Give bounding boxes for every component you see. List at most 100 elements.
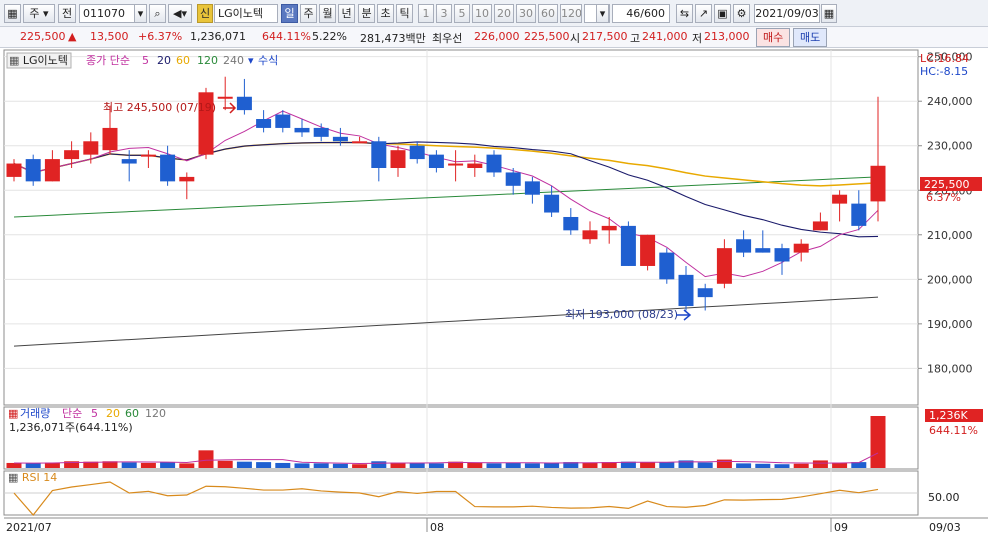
volume-bar	[716, 459, 732, 468]
period-20-button[interactable]: 20	[494, 4, 514, 23]
volume-bar	[486, 463, 502, 468]
volume-bar	[6, 462, 22, 468]
volume-ma120-legend[interactable]: 120	[145, 407, 166, 420]
high-price: 241,000	[642, 30, 688, 43]
interval-year-tab[interactable]: 년	[338, 4, 355, 23]
price-tick-label: 190,000	[927, 318, 973, 331]
calendar-icon[interactable]: ▦	[821, 4, 837, 23]
stock-code-input[interactable]: 011070	[79, 4, 135, 23]
ma5-legend[interactable]: 5	[142, 54, 149, 67]
settings-icon[interactable]: ⚙	[733, 4, 750, 23]
volume-ma20-legend[interactable]: 20	[106, 407, 120, 420]
candle-body	[755, 248, 771, 253]
candle-body	[582, 230, 598, 240]
low-price: 213,000	[704, 30, 750, 43]
current-price: 225,500	[20, 30, 66, 43]
code-dropdown-icon[interactable]: ▾	[134, 4, 147, 23]
formula-legend[interactable]: 수식	[258, 54, 278, 67]
low-annotation: 최저 193,000 (08/23)	[565, 308, 678, 321]
date-label-aug: 08	[430, 521, 444, 534]
candle-body	[390, 150, 406, 168]
candle-body	[716, 248, 732, 284]
volume-bar	[236, 461, 252, 468]
chart-area[interactable]: 180,000190,000200,000210,000220,000230,0…	[0, 48, 988, 539]
candle-body	[467, 163, 483, 168]
candle-body	[102, 127, 118, 151]
formula-legend-icon[interactable]: ▾	[248, 54, 254, 67]
volume-bar	[25, 463, 41, 468]
period-1-button[interactable]: 1	[418, 4, 434, 23]
period-dropdown-icon[interactable]: ▾	[596, 4, 609, 23]
ma-legend-label[interactable]: 종가 단순	[86, 54, 130, 67]
volume-value: 1,236,071	[190, 30, 246, 43]
save-icon[interactable]: ▣	[714, 4, 731, 23]
interval-tick-tab[interactable]: 틱	[396, 4, 413, 23]
interval-month-tab[interactable]: 월	[319, 4, 336, 23]
volume-ma-label[interactable]: 단순	[62, 407, 82, 420]
candle-body	[640, 234, 656, 266]
ma60-legend[interactable]: 60	[176, 54, 190, 67]
volume-bar	[294, 463, 310, 468]
interval-week-tab[interactable]: 주	[300, 4, 317, 23]
period-5-button[interactable]: 5	[454, 4, 470, 23]
price-legend-stock[interactable]: ▦ LG이노텍	[9, 54, 68, 67]
volume-bar	[755, 463, 771, 468]
period-120-button[interactable]: 120	[560, 4, 582, 23]
interval-day-tab[interactable]: 일	[281, 4, 298, 23]
ma20-legend[interactable]: 20	[157, 54, 171, 67]
hc-value: HC:-8.15	[920, 65, 968, 78]
rsi-legend[interactable]: ▦ RSI 14	[8, 471, 57, 484]
period-3-button[interactable]: 3	[436, 4, 452, 23]
volume-bar	[505, 462, 521, 468]
date-field[interactable]: 2021/09/03	[754, 4, 820, 23]
candle-body	[160, 154, 176, 182]
stock-name-field[interactable]: LG이노텍	[214, 4, 278, 23]
volume-bar	[160, 462, 176, 468]
volume-bar	[198, 450, 214, 468]
indicator-icon[interactable]: ⇆	[676, 4, 693, 23]
price-tick-label: 210,000	[927, 229, 973, 242]
candle-body	[83, 141, 99, 155]
candle-body	[428, 154, 444, 168]
candle-body	[121, 159, 137, 164]
prev-button[interactable]: 전	[58, 4, 76, 23]
candle-body	[697, 288, 713, 298]
count-field[interactable]: 46/600	[612, 4, 670, 23]
volume-ma60-legend[interactable]: 60	[125, 407, 139, 420]
volume-legend-name[interactable]: 거래량	[20, 407, 50, 420]
candle-body	[6, 163, 22, 177]
sell-button[interactable]: 매도	[793, 28, 828, 47]
candle-body	[524, 181, 540, 195]
volume-value-text: 1,236,071주(644.11%)	[9, 421, 133, 434]
draw-line-icon[interactable]: ↗	[695, 4, 712, 23]
candle-body	[736, 239, 752, 253]
search-icon[interactable]: ⌕	[149, 4, 166, 23]
candle-body	[409, 145, 425, 160]
volume-bar	[428, 463, 444, 468]
volume-ma5-legend[interactable]: 5	[91, 407, 98, 420]
ma240-legend[interactable]: 240	[223, 54, 244, 67]
volume-bar	[774, 464, 790, 468]
period-10-button[interactable]: 10	[472, 4, 492, 23]
candle-body	[851, 203, 867, 226]
candle-body	[140, 154, 156, 157]
interval-minute-tab[interactable]: 분	[358, 4, 375, 23]
period-60-button[interactable]: 60	[538, 4, 558, 23]
chart-menu-icon[interactable]: ▦	[4, 4, 21, 23]
period-30-button[interactable]: 30	[516, 4, 536, 23]
date-label-current: 09/03	[929, 521, 961, 534]
ma120-legend[interactable]: 120	[197, 54, 218, 67]
candle-body	[678, 274, 694, 307]
buy-button[interactable]: 매수	[756, 28, 791, 47]
current-rate-tag: 6.37%	[926, 191, 961, 204]
current-price-tag-text: 225,500	[924, 178, 970, 191]
interval-second-tab[interactable]: 초	[377, 4, 394, 23]
volume-bar	[870, 416, 886, 468]
high-annotation: 최고 245,500 (07/19)	[103, 101, 216, 114]
period-type-select[interactable]: 주 ▾	[23, 4, 55, 23]
price-tick-label: 200,000	[927, 273, 973, 286]
candle-body	[352, 141, 368, 144]
high-label: 고	[630, 32, 641, 45]
speaker-icon[interactable]: ◀▾	[168, 4, 192, 23]
volume-bar	[217, 460, 233, 468]
